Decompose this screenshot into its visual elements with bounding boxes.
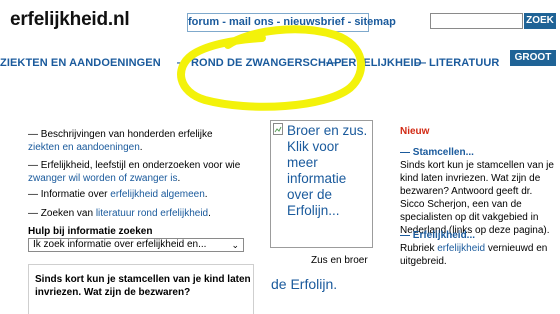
large-text-button[interactable]: GROOT xyxy=(510,50,556,66)
bullet-ziekten: — Beschrijvingen van honderden erfelijke… xyxy=(28,128,258,154)
bullet-suffix: . xyxy=(208,208,211,219)
bullet-literatuur: — Zoeken van literatuur rond erfelijkhei… xyxy=(28,207,258,220)
forum-link[interactable]: forum xyxy=(188,16,219,28)
news-heading: Nieuw xyxy=(400,126,430,137)
broken-image-icon xyxy=(273,123,283,135)
algemeen-link[interactable]: erfelijkheid algemeen xyxy=(110,189,205,200)
bullet-zwanger: — Erfelijkheid, leefstijl en onderzoeken… xyxy=(28,159,258,185)
bullet-suffix: . xyxy=(177,173,181,184)
site-logo[interactable]: erfelijkheid.nl xyxy=(10,9,130,31)
news-item-stamcellen: — Stamcellen... Sinds kort kun je stamce… xyxy=(400,146,558,237)
nav-separator: — xyxy=(177,57,189,69)
erfolijn-link[interactable]: de Erfolijn. xyxy=(271,276,337,292)
nav-item-literatuur[interactable]: LITERATUUR xyxy=(429,57,499,69)
bullet-suffix: . xyxy=(204,189,208,200)
search-button[interactable]: ZOEK xyxy=(524,13,556,29)
search-input[interactable] xyxy=(430,13,523,29)
separator: - xyxy=(276,16,281,28)
literatuur-link[interactable]: literatuur rond erfelijkheid xyxy=(96,208,208,219)
news-body-stamcellen: Sinds kort kun je stamcellen van je kind… xyxy=(400,160,554,236)
faq-box: Sinds kort kun je stamcellen van je kind… xyxy=(28,264,254,314)
news-item-erfelijkheid: — Erfelijkheid... Rubriek erfelijkheid v… xyxy=(400,229,558,268)
chevron-down-icon: ⌄ xyxy=(231,240,239,250)
zwanger-link[interactable]: zwanger wil worden of zwanger is xyxy=(28,173,178,184)
faq-question[interactable]: Sinds kort kun je stamcellen van je kind… xyxy=(35,274,251,298)
erfelijkheid-rubriek-link[interactable]: erfelijkheid xyxy=(437,243,485,254)
separator: - xyxy=(347,16,352,28)
nav-separator: — xyxy=(415,57,427,69)
bullet-text: — Beschrijvingen van honderden erfelijke xyxy=(28,129,213,140)
select-value: Ik zoek informatie over erfelijkheid en.… xyxy=(33,239,207,250)
top-links-bar: forum - mail ons - nieuwsbrief - sitemap xyxy=(187,13,396,32)
news-body-erfelijkheid: Rubriek erfelijkheid vernieuwd en uitgeb… xyxy=(400,242,558,268)
nav-separator: — xyxy=(326,57,338,69)
nav-item-zwangerschap[interactable]: ROND DE ZWANGERSCHAP xyxy=(191,57,342,69)
ziekten-link[interactable]: ziekten en aandoeningen xyxy=(28,142,140,153)
nav-item-erfelijkheid[interactable]: ERFELIJKHEID xyxy=(341,57,422,69)
bullet-text: — Zoeken van xyxy=(28,208,94,219)
news-title-erfelijkheid[interactable]: — Erfelijkheid... xyxy=(400,229,558,242)
news-title-stamcellen[interactable]: — Stamcellen... xyxy=(400,146,558,159)
newsletter-link[interactable]: nieuwsbrief xyxy=(283,16,344,28)
bullet-text: — Erfelijkheid, leefstijl en onderzoeken… xyxy=(28,160,241,171)
news-body-prefix: Rubriek xyxy=(400,243,435,254)
mail-link[interactable]: mail ons xyxy=(229,16,274,28)
help-search-label: Hulp bij informatie zoeken xyxy=(28,226,153,237)
bullet-suffix: . xyxy=(139,142,143,153)
image-caption: Zus en broer xyxy=(311,255,368,266)
bullet-algemeen: — Informatie over erfelijkheid algemeen. xyxy=(28,188,258,201)
nav-item-ziekten[interactable]: ZIEKTEN EN AANDOENINGEN xyxy=(0,57,161,69)
image-alt-text[interactable]: Broer en zus. Klik voor meer informatie … xyxy=(287,123,371,219)
separator: - xyxy=(222,16,226,28)
bullet-text: — Informatie over xyxy=(28,189,108,200)
help-search-select[interactable]: Ik zoek informatie over erfelijkheid en.… xyxy=(28,238,244,252)
sitemap-link[interactable]: sitemap xyxy=(354,16,396,28)
